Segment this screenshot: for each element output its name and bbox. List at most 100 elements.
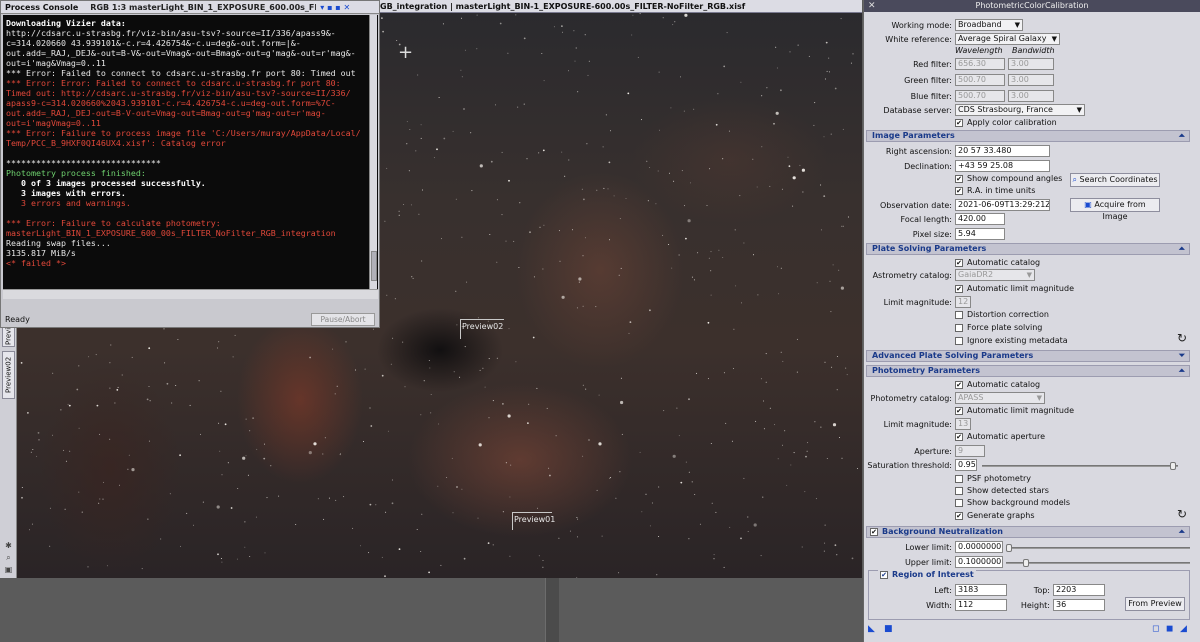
white-ref-select[interactable]: Average Spiral Galaxy ▼ bbox=[955, 33, 1060, 45]
apply-cal-checkbox[interactable]: ✔ bbox=[955, 118, 963, 127]
blue-bandwidth-field[interactable]: 3.00 bbox=[1008, 90, 1054, 102]
console-line: out=i'mag&Vmag=0..11 bbox=[6, 58, 106, 68]
photometry-header[interactable]: Photometry Parameters ⏶ bbox=[866, 365, 1190, 377]
preview-tab-strip: Previ Preview02 ✱ ⌕ ▣ bbox=[0, 325, 17, 578]
phot-catalog-select[interactable]: APASS ▼ bbox=[955, 392, 1045, 404]
zoom-icon[interactable]: ⌕ bbox=[4, 553, 13, 562]
saturation-label: Saturation threshold: bbox=[867, 460, 952, 470]
saturation-field[interactable]: 0.95 bbox=[955, 459, 977, 471]
new-instance-icon[interactable]: ◣ bbox=[868, 624, 875, 634]
image-params-header[interactable]: Image Parameters ⏶ bbox=[866, 130, 1190, 142]
pcc-titlebar[interactable]: ✕ PhotometricColorCalibration bbox=[864, 0, 1200, 12]
console-hscrollbar[interactable] bbox=[3, 289, 378, 299]
acquire-from-image-button[interactable]: ▣ Acquire from Image bbox=[1070, 198, 1160, 221]
preview01-box[interactable]: Preview01 bbox=[512, 512, 555, 530]
working-mode-select[interactable]: Broadband ▼ bbox=[955, 19, 1023, 31]
roi-width-field[interactable]: 112 bbox=[955, 599, 1007, 611]
console-output: Downloading Vizier data: http://cdsarc.u-… bbox=[3, 15, 378, 289]
adv-plate-header[interactable]: Advanced Plate Solving Parameters ⏷ bbox=[866, 350, 1190, 362]
bg-neutralization-header[interactable]: ✔ Background Neutralization ⏶ bbox=[866, 526, 1190, 538]
from-preview-button[interactable]: From Preview bbox=[1125, 597, 1185, 611]
working-mode-label: Working mode: bbox=[891, 20, 952, 30]
star-icon[interactable]: ✱ bbox=[4, 541, 13, 550]
roi-checkbox[interactable]: ✔ bbox=[880, 570, 888, 579]
aperture-field[interactable]: 9 bbox=[955, 445, 985, 457]
roi-left-field[interactable]: 3183 bbox=[955, 584, 1007, 596]
auto-limit-checkbox[interactable]: ✔ bbox=[955, 284, 963, 293]
focal-field[interactable]: 420.00 bbox=[955, 213, 1005, 225]
process-console-title: Process Console bbox=[5, 2, 79, 12]
db-server-select[interactable]: CDS Strasbourg, France ▼ bbox=[955, 104, 1085, 116]
reset-instance-icon[interactable]: ◼ bbox=[1166, 624, 1173, 634]
lower-limit-slider[interactable] bbox=[1006, 544, 1190, 552]
process-console-window[interactable]: Process Console RGB 1:3 masterLight_BIN_… bbox=[0, 0, 380, 328]
tab-preview[interactable]: Previ bbox=[2, 325, 15, 347]
ignore-metadata-checkbox[interactable] bbox=[955, 336, 963, 345]
lower-limit-field[interactable]: 0.0000000 bbox=[955, 541, 1003, 553]
plate-solving-header[interactable]: Plate Solving Parameters ⏶ bbox=[866, 243, 1190, 255]
bg-neutral-checkbox[interactable]: ✔ bbox=[870, 527, 878, 536]
console-line: c=314.020660 43.939101&-c.r=4.426754&-c.… bbox=[6, 38, 301, 48]
window-controls-icon[interactable]: ▾ ▪ ▪ ✕ bbox=[320, 3, 350, 12]
console-scrollbar[interactable] bbox=[369, 15, 377, 289]
reset-photometry-icon[interactable]: ↻ bbox=[1177, 507, 1187, 521]
red-bandwidth-field[interactable]: 3.00 bbox=[1008, 58, 1054, 70]
lock-icon[interactable]: ▣ bbox=[4, 565, 13, 574]
phot-auto-limit-checkbox[interactable]: ✔ bbox=[955, 406, 963, 415]
gen-graphs-checkbox[interactable]: ✔ bbox=[955, 511, 963, 520]
browse-doc-icon[interactable]: ◻ bbox=[1152, 624, 1159, 634]
auto-aperture-checkbox[interactable]: ✔ bbox=[955, 432, 963, 441]
console-line: out.add=_RAJ,_DEJ&-out=B-V&-out=Vmag&-ou… bbox=[6, 48, 356, 58]
psf-checkbox[interactable] bbox=[955, 474, 963, 483]
show-bg-checkbox[interactable] bbox=[955, 498, 963, 507]
image-window-titlebar[interactable]: GB_integration | masterLight_BIN-1_EXPOS… bbox=[370, 0, 862, 13]
tab-preview02[interactable]: Preview02 bbox=[2, 351, 15, 399]
pcc-title: PhotometricColorCalibration bbox=[975, 1, 1089, 10]
upper-limit-slider[interactable] bbox=[1006, 559, 1190, 567]
upper-limit-field[interactable]: 0.1000000 bbox=[955, 556, 1003, 568]
astrometry-catalog-select[interactable]: GaiaDR2 ▼ bbox=[955, 269, 1035, 281]
aperture-label: Aperture: bbox=[914, 446, 952, 456]
phot-limit-label: Limit magnitude: bbox=[883, 419, 952, 429]
obs-date-field[interactable]: 2021-06-09T13:29:21Z bbox=[955, 199, 1050, 211]
resize-grip-icon[interactable]: ◢ bbox=[1180, 624, 1187, 634]
pause-abort-button[interactable]: Pause/Abort bbox=[311, 313, 375, 326]
preview02-box[interactable]: Preview02 bbox=[460, 319, 504, 339]
console-line: masterLight_BIN_1_EXPOSURE_600_00s_FILTE… bbox=[6, 228, 336, 238]
roi-height-field[interactable]: 36 bbox=[1053, 599, 1105, 611]
green-filter-label: Green filter: bbox=[904, 75, 952, 85]
blue-filter-label: Blue filter: bbox=[910, 91, 952, 101]
console-line: <* failed *> bbox=[6, 258, 66, 268]
process-console-titlebar[interactable]: Process Console RGB 1:3 masterLight_BIN_… bbox=[1, 1, 379, 14]
apply-cal-label: Apply color calibration bbox=[967, 118, 1057, 127]
search-coordinates-button[interactable]: ⌕ Search Coordinates bbox=[1070, 173, 1160, 187]
blue-wavelength-field[interactable]: 500.70 bbox=[955, 90, 1005, 102]
distortion-checkbox[interactable] bbox=[955, 310, 963, 319]
show-compound-checkbox[interactable]: ✔ bbox=[955, 174, 963, 183]
console-status: Ready bbox=[5, 315, 30, 324]
show-stars-checkbox[interactable] bbox=[955, 486, 963, 495]
green-wavelength-field[interactable]: 500.70 bbox=[955, 74, 1005, 86]
auto-catalog-checkbox[interactable]: ✔ bbox=[955, 258, 963, 267]
red-wavelength-field[interactable]: 656.30 bbox=[955, 58, 1005, 70]
saturation-slider[interactable] bbox=[982, 462, 1178, 470]
pixel-field[interactable]: 5.94 bbox=[955, 228, 1005, 240]
close-icon[interactable]: ✕ bbox=[868, 0, 876, 12]
roi-top-field[interactable]: 2203 bbox=[1053, 584, 1105, 596]
upper-limit-label: Upper limit: bbox=[904, 557, 952, 567]
ra-time-checkbox[interactable]: ✔ bbox=[955, 186, 963, 195]
console-line: Photometry process finished: bbox=[6, 168, 146, 178]
reset-icon[interactable]: ↻ bbox=[1177, 331, 1187, 345]
phot-auto-catalog-checkbox[interactable]: ✔ bbox=[955, 380, 963, 389]
force-plate-checkbox[interactable] bbox=[955, 323, 963, 332]
green-bandwidth-field[interactable]: 3.00 bbox=[1008, 74, 1054, 86]
phot-limit-field[interactable]: 13 bbox=[955, 418, 971, 430]
ra-field[interactable]: 20 57 33.480 bbox=[955, 145, 1050, 157]
ra-label: Right ascension: bbox=[885, 146, 952, 156]
crosshair-cursor-icon: + bbox=[398, 42, 414, 63]
dec-field[interactable]: +43 59 25.08 bbox=[955, 160, 1050, 172]
apply-global-icon[interactable]: ■ bbox=[884, 624, 893, 634]
wavelength-header: Wavelength bbox=[955, 46, 1003, 55]
limit-mag-field[interactable]: 12 bbox=[955, 296, 971, 308]
